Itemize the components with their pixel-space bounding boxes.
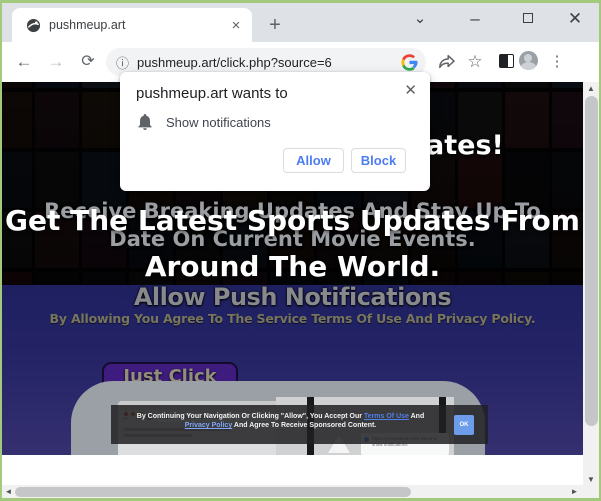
globe-favicon-icon bbox=[26, 18, 41, 32]
window-chevron-icon[interactable]: ⌄ bbox=[408, 7, 432, 31]
forward-icon[interactable]: → bbox=[44, 50, 68, 74]
scroll-left-icon[interactable]: ◄ bbox=[2, 485, 15, 498]
scroll-up-icon[interactable]: ▲ bbox=[583, 82, 599, 95]
dialog-title: pushmeup.art wants to bbox=[136, 85, 288, 102]
window-minimize-button[interactable]: – bbox=[463, 7, 487, 31]
page-info-icon[interactable]: ⓘ bbox=[116, 53, 129, 72]
scroll-right-icon[interactable]: ► bbox=[568, 485, 581, 498]
tab-close-icon[interactable]: × bbox=[228, 18, 244, 33]
block-button[interactable]: Block bbox=[351, 148, 406, 173]
scrollbar-corner bbox=[583, 485, 599, 498]
reload-icon[interactable]: ⟳ bbox=[76, 50, 100, 74]
tab-strip: pushmeup.art × + ⌄ – ✕ bbox=[2, 3, 599, 42]
terms-of-use-link[interactable]: Terms Of Use bbox=[364, 413, 409, 420]
window-close-button[interactable]: ✕ bbox=[563, 7, 587, 31]
window-maximize-button[interactable] bbox=[516, 7, 540, 31]
new-tab-button[interactable]: + bbox=[262, 12, 288, 38]
fine-print-text: By Continuing Your Navigation Or Clickin… bbox=[136, 413, 364, 420]
allow-button[interactable]: Allow bbox=[283, 148, 344, 173]
menu-dots-icon[interactable]: ⋮ bbox=[546, 51, 568, 73]
tab-title: pushmeup.art bbox=[49, 18, 126, 32]
mock-ok-button[interactable]: OK bbox=[454, 415, 474, 435]
bookmark-star-icon[interactable]: ☆ bbox=[464, 51, 486, 73]
headline-line-1: Get The Latest Sports Updates From bbox=[5, 204, 580, 237]
back-icon[interactable]: ← bbox=[12, 50, 36, 74]
bell-icon bbox=[138, 114, 152, 130]
vertical-scroll-thumb[interactable] bbox=[584, 96, 598, 426]
background-headline-fragment: ates! bbox=[426, 130, 504, 161]
google-g-icon[interactable] bbox=[401, 53, 418, 71]
side-panel-icon[interactable] bbox=[495, 51, 517, 73]
permission-label: Show notifications bbox=[166, 114, 271, 130]
profile-avatar[interactable] bbox=[517, 51, 539, 73]
page-bottom-whitespace bbox=[2, 455, 583, 486]
horizontal-scrollbar[interactable]: ◄ ► bbox=[2, 485, 583, 498]
privacy-policy-link[interactable]: Privacy Policy bbox=[185, 422, 232, 429]
dialog-close-icon[interactable]: ✕ bbox=[404, 81, 417, 99]
terms-line: By Allowing You Agree To The Service Ter… bbox=[49, 311, 536, 326]
headline-line-2: Around The World. bbox=[144, 250, 441, 283]
url-text[interactable]: pushmeup.art/click.php?source=6 bbox=[137, 55, 401, 70]
fine-print-text: And bbox=[408, 413, 425, 420]
horizontal-scroll-thumb[interactable] bbox=[15, 486, 411, 497]
notification-permission-dialog: ✕ pushmeup.art wants to Show notificatio… bbox=[120, 72, 430, 191]
browser-window: pushmeup.art × + ⌄ – ✕ ← → ⟳ ⓘ pushmeup.… bbox=[0, 0, 601, 501]
push-banner-section: Allow Push Notifications By Allowing You… bbox=[2, 285, 583, 455]
tab-pushmeup[interactable]: pushmeup.art × bbox=[12, 8, 252, 42]
fine-print-overlay: By Continuing Your Navigation Or Clickin… bbox=[111, 405, 488, 444]
fine-print-text: And Agree To Receive Sponsored Content. bbox=[232, 422, 377, 429]
share-icon[interactable] bbox=[435, 51, 457, 73]
push-subheadline: Allow Push Notifications bbox=[133, 285, 452, 311]
vertical-scrollbar[interactable]: ▲ ▼ bbox=[583, 82, 599, 486]
